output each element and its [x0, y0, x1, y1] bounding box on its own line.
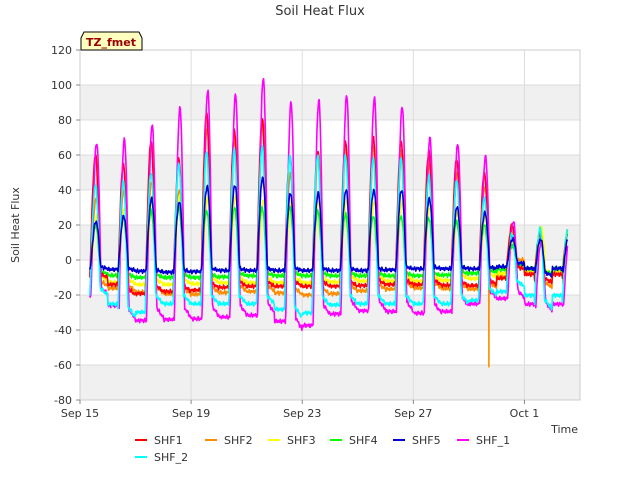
site-badge: TZ_fmet — [80, 31, 143, 51]
legend-item-shf-1: SHF_1 — [457, 434, 510, 447]
legend-label: SHF1 — [154, 434, 183, 447]
y-axis-ticks: -80 -60 -40 -20 0 20 40 60 80 100 120 — [51, 44, 80, 407]
legend-item-shf4: SHF4 — [330, 434, 378, 447]
legend: SHF1 SHF2 SHF3 SHF4 SHF5 SHF_1 SHF_2 — [135, 434, 510, 464]
y-tick-label: 120 — [51, 44, 72, 57]
y-tick-label: -80 — [54, 394, 72, 407]
site-badge-label: TZ_fmet — [86, 36, 136, 49]
soil-heat-flux-chart: Soil Heat Flux -80 -60 -40 -20 0 20 40 60 80 100 1… — [9, 4, 581, 464]
y-tick-label: 60 — [58, 149, 72, 162]
chart-title: Soil Heat Flux — [275, 4, 365, 19]
legend-item-shf2: SHF2 — [205, 434, 253, 447]
x-tick-label: Sep 15 — [61, 407, 99, 420]
x-tick-label: Oct 1 — [510, 407, 540, 420]
legend-label: SHF3 — [287, 434, 316, 447]
y-tick-label: 0 — [65, 254, 72, 267]
legend-item-shf3: SHF3 — [268, 434, 316, 447]
x-axis-ticks: Sep 15 Sep 19 Sep 23 Sep 27 Oct 1 — [61, 400, 539, 420]
y-tick-label: -40 — [54, 324, 72, 337]
y-tick-label: -60 — [54, 359, 72, 372]
grid-band — [80, 365, 580, 400]
legend-item-shf5: SHF5 — [393, 434, 441, 447]
legend-item-shf-2: SHF_2 — [135, 451, 188, 464]
legend-label: SHF5 — [412, 434, 441, 447]
legend-label: SHF4 — [349, 434, 378, 447]
y-tick-label: 80 — [58, 114, 72, 127]
x-tick-label: Sep 23 — [283, 407, 321, 420]
grid-band — [80, 85, 580, 120]
x-axis-label: Time — [550, 423, 578, 436]
legend-label: SHF_1 — [476, 434, 510, 447]
chart-container: Soil Heat Flux -80 -60 -40 -20 0 20 40 60 80 100 1… — [0, 0, 640, 480]
legend-label: SHF_2 — [154, 451, 188, 464]
legend-label: SHF2 — [224, 434, 253, 447]
y-axis-label: Soil Heat Flux — [9, 187, 22, 263]
legend-item-shf1: SHF1 — [135, 434, 183, 447]
y-tick-label: 40 — [58, 184, 72, 197]
x-tick-label: Sep 27 — [394, 407, 432, 420]
y-tick-label: 20 — [58, 219, 72, 232]
x-tick-label: Sep 19 — [172, 407, 210, 420]
y-tick-label: 100 — [51, 79, 72, 92]
y-tick-label: -20 — [54, 289, 72, 302]
